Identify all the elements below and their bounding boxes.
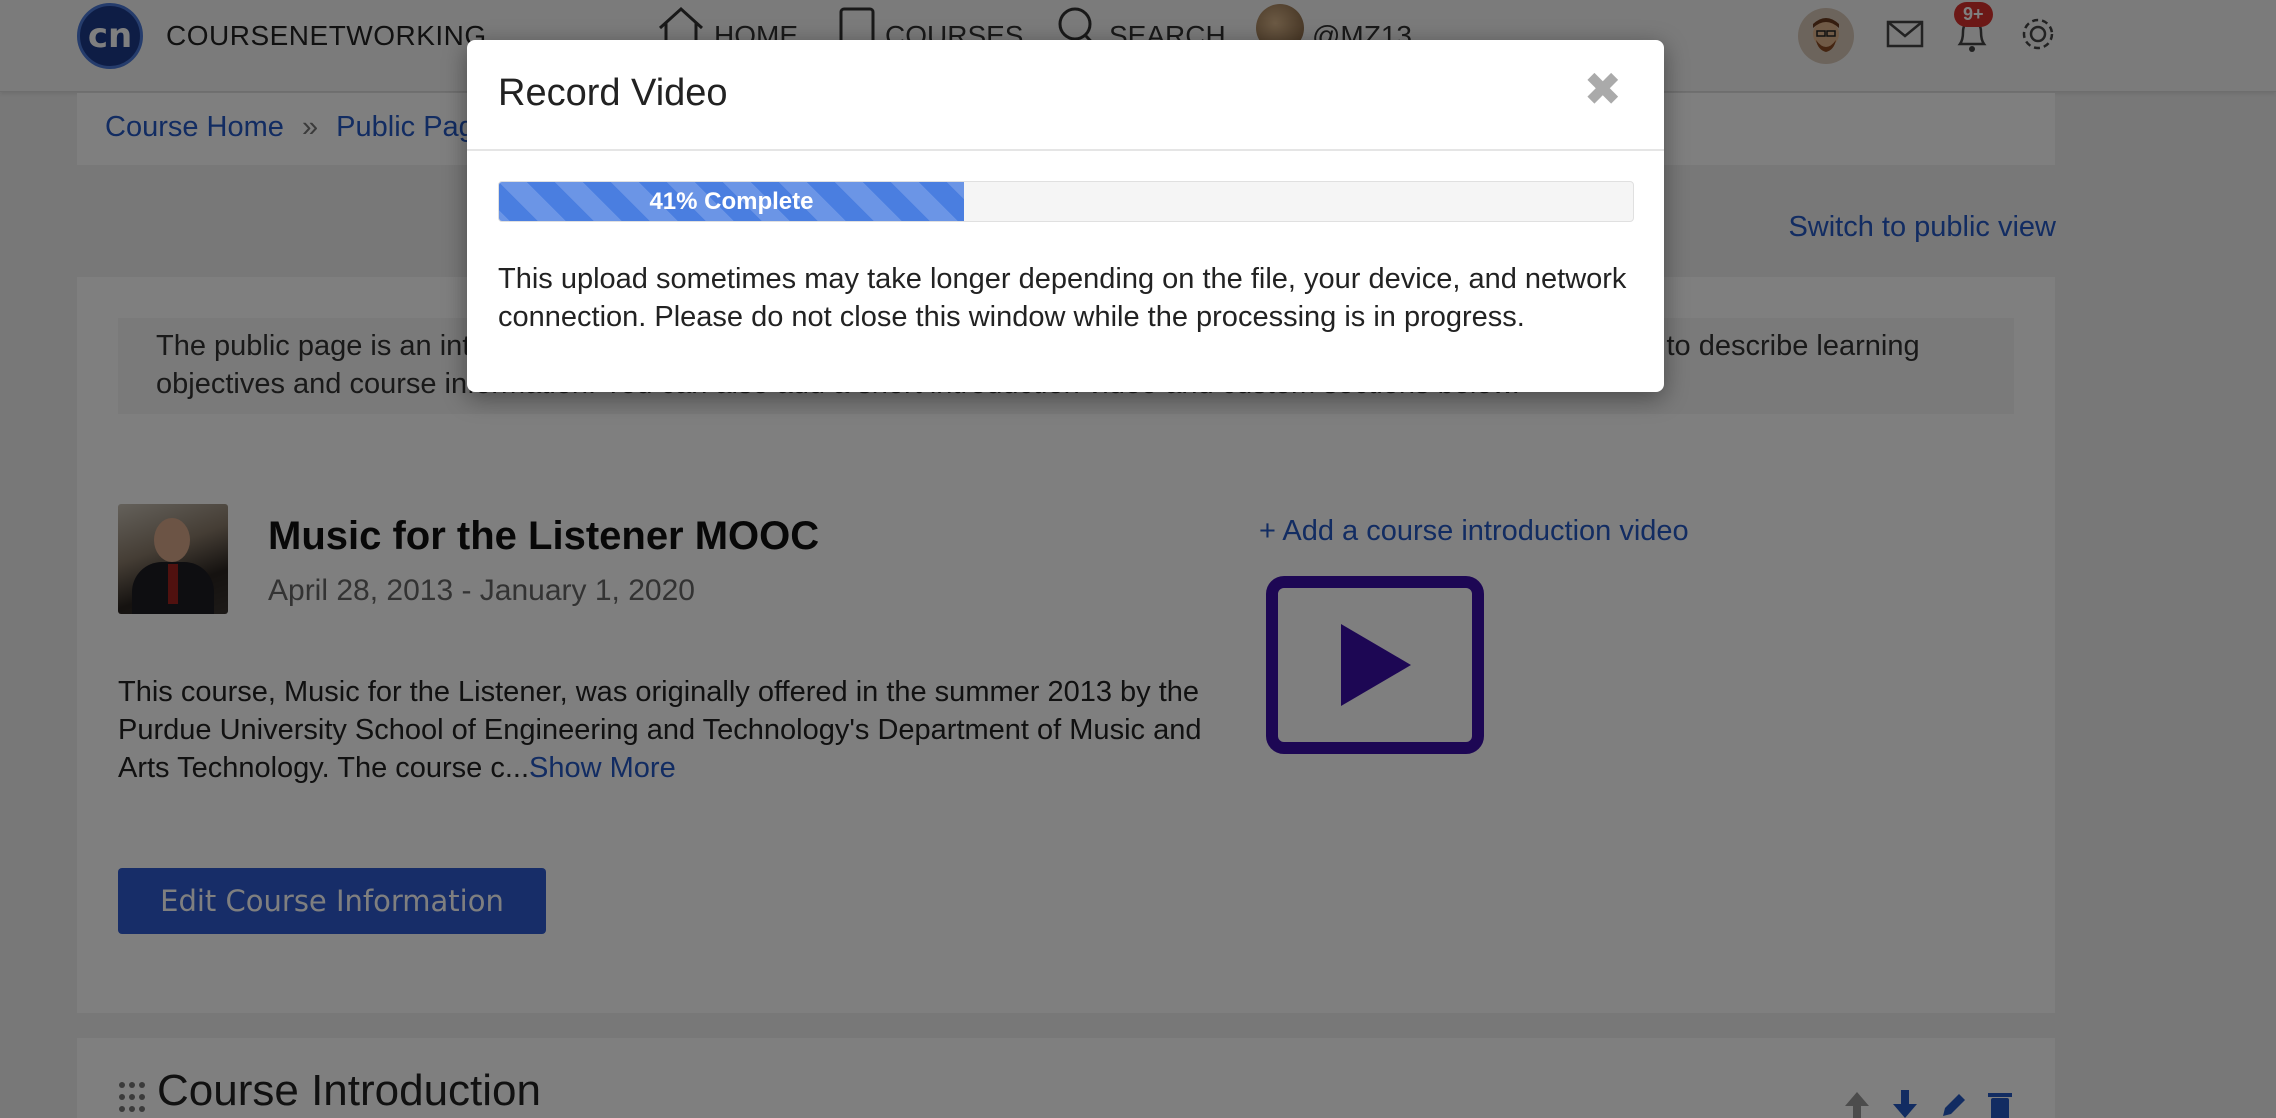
modal-header: Record Video ✖ bbox=[467, 40, 1664, 151]
modal-title: Record Video bbox=[498, 72, 728, 114]
record-video-modal: Record Video ✖ 41% Complete This upload … bbox=[467, 40, 1664, 392]
progress-label: 41% Complete bbox=[649, 187, 814, 215]
upload-progress-bar: 41% Complete bbox=[499, 182, 964, 221]
upload-message: This upload sometimes may take longer de… bbox=[498, 263, 1627, 333]
upload-progress: 41% Complete bbox=[498, 181, 1634, 222]
close-icon[interactable]: ✖ bbox=[1583, 66, 1622, 112]
